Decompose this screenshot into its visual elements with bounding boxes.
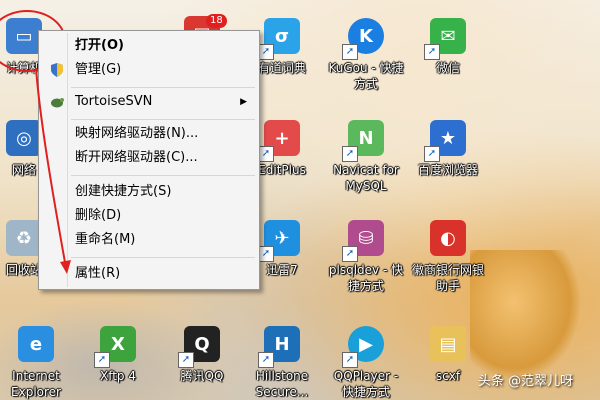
- shortcut-arrow-icon: ➚: [258, 246, 274, 262]
- menu-item-rename[interactable]: 重命名(M): [41, 229, 257, 251]
- desktop-icon-label: Navicat for MySQL: [333, 163, 399, 193]
- network-icon: ◎: [6, 120, 42, 156]
- desktop-icon-label: scxf: [435, 369, 461, 383]
- menu-item-label: TortoiseSVN: [75, 94, 153, 109]
- tortoisesvn-icon: [49, 94, 65, 110]
- shortcut-arrow-icon: ➚: [342, 246, 358, 262]
- menu-separator: [71, 87, 255, 88]
- desktop: ▭ 计算机 ◎ 网络 ♻ 回收站 e Internet Explorer X ➚…: [0, 0, 600, 400]
- desktop-icon-label: 腾讯QQ: [180, 369, 224, 383]
- desktop-icon-label: Internet Explorer: [11, 369, 61, 399]
- desktop-icon-hillstone[interactable]: H ➚ Hillstone Secure...: [244, 318, 320, 399]
- submenu-arrow-icon: ▶: [240, 97, 247, 107]
- shortcut-arrow-icon: ➚: [258, 146, 274, 162]
- ie-icon: e: [18, 326, 54, 362]
- desktop-icon-label: 徽商银行网银助手: [411, 263, 484, 293]
- bank-icon: ◐: [430, 220, 466, 256]
- folder-icon: ▤: [430, 326, 466, 362]
- shortcut-arrow-icon: ➚: [94, 352, 110, 368]
- desktop-icon-kugou[interactable]: K ➚ KuGou - 快捷方式: [328, 10, 404, 91]
- menu-item-label: 创建快捷方式(S): [75, 184, 172, 199]
- menu-separator: [71, 119, 255, 120]
- menu-item-disconnect-drive[interactable]: 断开网络驱动器(C)...: [41, 147, 257, 169]
- desktop-icon-navicat[interactable]: N ➚ Navicat for MySQL: [328, 112, 404, 193]
- desktop-icon-label: KuGou - 快捷方式: [328, 61, 404, 91]
- menu-separator: [71, 175, 255, 176]
- shield-icon: [49, 62, 65, 78]
- desktop-icon-label: Xftp 4: [99, 369, 136, 383]
- desktop-icon-scxf[interactable]: ▤ scxf: [410, 318, 486, 388]
- menu-item-properties[interactable]: 属性(R): [41, 263, 257, 285]
- shortcut-arrow-icon: ➚: [342, 352, 358, 368]
- desktop-icon-wechat[interactable]: ✉ ➚ 微信: [410, 10, 486, 80]
- desktop-icon-xftp[interactable]: X ➚ Xftp 4: [80, 318, 156, 388]
- watermark: 头条 @范翠儿呀: [478, 374, 574, 389]
- desktop-icon-label: plsqldev - 快捷方式: [328, 263, 404, 293]
- menu-item-label: 断开网络驱动器(C)...: [75, 150, 198, 165]
- desktop-icon-qqplayer[interactable]: ▶ ➚ QQPlayer - 快捷方式: [328, 318, 404, 399]
- desktop-icon-baidu-browser[interactable]: ★ ➚ 百度浏览器: [410, 112, 486, 182]
- shortcut-arrow-icon: ➚: [424, 146, 440, 162]
- menu-item-label: 管理(G): [75, 62, 122, 77]
- menu-item-map-drive[interactable]: 映射网络驱动器(N)...: [41, 123, 257, 145]
- menu-item-delete[interactable]: 删除(D): [41, 205, 257, 227]
- wallpaper-decoration: [470, 250, 580, 380]
- desktop-icon-plsqldev[interactable]: ⛁ ➚ plsqldev - 快捷方式: [328, 212, 404, 293]
- menu-item-label: 删除(D): [75, 208, 122, 223]
- shortcut-arrow-icon: ➚: [342, 146, 358, 162]
- menu-item-open[interactable]: 打开(O): [41, 35, 257, 57]
- shortcut-arrow-icon: ➚: [424, 44, 440, 60]
- menu-item-manage[interactable]: 管理(G): [41, 59, 257, 81]
- notification-badge: 18: [206, 14, 227, 28]
- desktop-icon-label: QQPlayer - 快捷方式: [333, 369, 399, 399]
- menu-item-tortoisesvn[interactable]: TortoiseSVN ▶: [41, 91, 257, 113]
- desktop-icon-qq[interactable]: Q ➚ 腾讯QQ: [164, 318, 240, 388]
- desktop-icon-ie[interactable]: e Internet Explorer: [0, 318, 74, 399]
- menu-separator: [71, 257, 255, 258]
- shortcut-arrow-icon: ➚: [258, 352, 274, 368]
- menu-item-label: 属性(R): [75, 266, 121, 281]
- menu-item-label: 重命名(M): [75, 232, 136, 247]
- shortcut-arrow-icon: ➚: [178, 352, 194, 368]
- menu-item-create-shortcut[interactable]: 创建快捷方式(S): [41, 181, 257, 203]
- context-menu: 打开(O) 管理(G) TortoiseSVN ▶ 映射网络驱动器(N)... …: [38, 30, 260, 290]
- shortcut-arrow-icon: ➚: [342, 44, 358, 60]
- desktop-icon-label: 百度浏览器: [417, 163, 478, 177]
- menu-item-label: 打开(O): [75, 38, 124, 53]
- recycle-bin-icon: ♻: [6, 220, 42, 256]
- desktop-icon-label: Hillstone Secure...: [255, 369, 309, 399]
- shortcut-arrow-icon: ➚: [258, 44, 274, 60]
- menu-item-label: 映射网络驱动器(N)...: [75, 126, 199, 141]
- desktop-icon-bank[interactable]: ◐ 徽商银行网银助手: [410, 212, 486, 293]
- desktop-icon-label: 微信: [435, 61, 460, 75]
